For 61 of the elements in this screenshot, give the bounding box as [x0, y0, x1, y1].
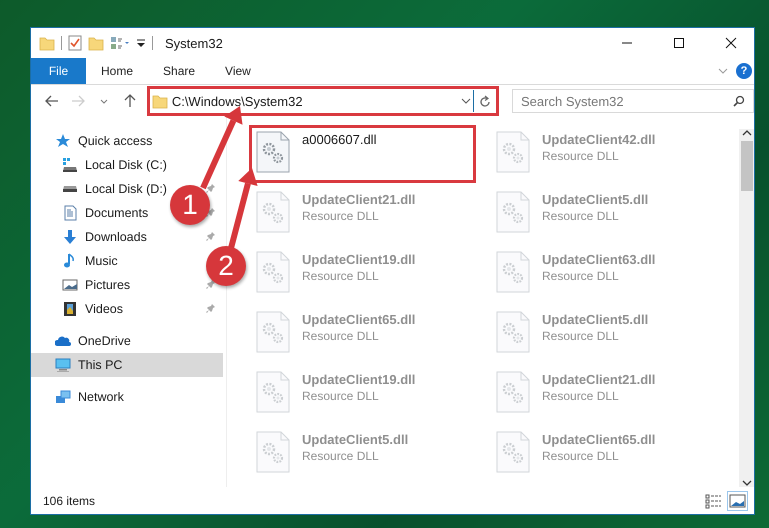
chevron-down-icon[interactable] — [718, 68, 728, 74]
address-bar[interactable]: C:\Windows\System32 — [146, 86, 500, 116]
drive-icon — [62, 185, 78, 193]
item-count: 106 items — [43, 494, 96, 508]
file-type: Resource DLL — [542, 209, 620, 223]
navigation-item[interactable]: Documents — [85, 206, 148, 220]
file-type: Resource DLL — [302, 449, 380, 463]
navigation-item[interactable]: Local Disk (C:) — [85, 158, 167, 172]
search-field[interactable]: Search System32 — [512, 89, 754, 113]
dll-file-icon[interactable] — [256, 131, 290, 173]
dropdown-icon[interactable] — [459, 97, 474, 105]
navigation-item[interactable]: Quick access — [78, 134, 152, 148]
minimize-icon[interactable] — [621, 42, 633, 44]
file-type: Resource DLL — [542, 389, 620, 403]
file-type: Resource DLL — [302, 209, 380, 223]
file-name[interactable]: a0006607.dll — [302, 132, 376, 147]
download-icon — [62, 229, 78, 245]
folder-icon — [152, 93, 168, 109]
window-title: System32 — [165, 36, 224, 50]
up-arrow-icon[interactable] — [124, 94, 136, 108]
scrollbar-thumb[interactable] — [740, 141, 752, 191]
file-type: Resource DLL — [302, 389, 380, 403]
back-arrow-icon[interactable] — [44, 95, 59, 107]
file-type: Resource DLL — [302, 269, 380, 283]
picture-icon — [62, 277, 78, 293]
customize-arrow-icon[interactable] — [136, 37, 146, 49]
navigation-item[interactable]: Local Disk (D:) — [85, 182, 167, 196]
scroll-down-icon[interactable] — [742, 479, 752, 487]
computer-icon — [55, 357, 71, 373]
ribbon-tab[interactable]: Share — [148, 58, 210, 84]
properties-icon[interactable] — [68, 35, 82, 51]
navigation-item[interactable]: Network — [78, 390, 124, 404]
document-icon — [62, 205, 78, 221]
file-type: Resource DLL — [542, 149, 620, 163]
file-type: Resource DLL — [542, 449, 620, 463]
navigation-item[interactable]: This PC — [31, 353, 223, 377]
navigation-item[interactable]: Pictures — [85, 278, 130, 292]
view-dropdown-icon[interactable] — [110, 36, 130, 50]
drive-icon — [62, 157, 78, 173]
address-path: C:\Windows\System32 — [172, 94, 304, 108]
navigation-item[interactable]: Downloads — [85, 230, 147, 244]
scroll-up-icon[interactable] — [742, 129, 752, 137]
navigation-item[interactable]: Music — [85, 254, 118, 268]
network-icon — [55, 389, 71, 405]
file-type: Resource DLL — [542, 329, 620, 343]
help-button[interactable]: ? — [736, 63, 752, 79]
film-icon — [62, 301, 78, 317]
scrollbar[interactable] — [739, 129, 754, 487]
search-icon — [733, 95, 746, 107]
file-type: Resource DLL — [542, 269, 620, 283]
navigation-item[interactable]: OneDrive — [78, 334, 131, 348]
chevron-down-icon[interactable] — [100, 98, 108, 104]
star-icon — [55, 133, 71, 149]
close-icon[interactable] — [725, 37, 737, 49]
navigation-item[interactable]: Videos — [85, 302, 123, 316]
file-type: Resource DLL — [302, 329, 380, 343]
file-menu-tab[interactable]: File — [31, 58, 86, 84]
refresh-icon[interactable] — [479, 94, 492, 108]
ribbon-tab[interactable]: View — [210, 58, 266, 84]
maximize-icon[interactable] — [673, 37, 685, 49]
ribbon-tab[interactable]: Home — [86, 58, 148, 84]
